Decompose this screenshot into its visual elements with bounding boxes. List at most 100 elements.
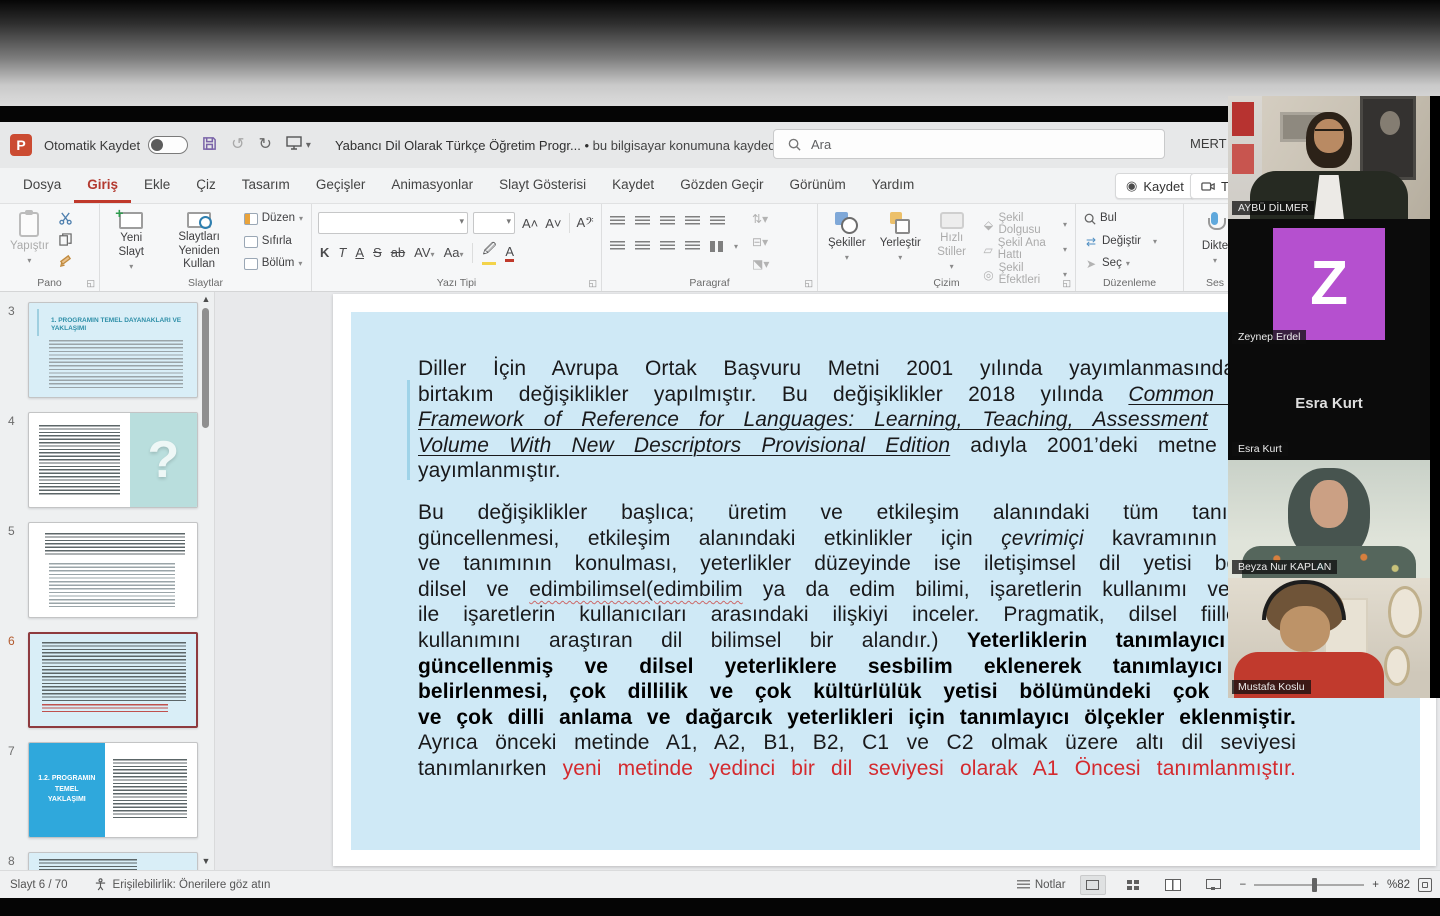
shape-fill-button[interactable]: ⬙Şekil Dolgusu▾ — [980, 212, 1069, 237]
menu-tab-çiz[interactable]: Çiz — [183, 168, 229, 203]
slide-thumbnail-6[interactable]: 6 — [28, 632, 198, 728]
copy-button[interactable] — [59, 233, 72, 250]
highlight-color-button[interactable]: 🖉 — [482, 240, 496, 265]
zoom-slider-thumb[interactable] — [1312, 878, 1317, 892]
align-text-icon[interactable]: ⊟▾ — [752, 235, 766, 249]
font-dialog-launcher-icon[interactable]: ◱ — [588, 278, 597, 289]
menu-tab-yardım[interactable]: Yardım — [859, 168, 928, 203]
fit-to-window-icon[interactable] — [1418, 878, 1432, 892]
accessibility-status[interactable]: Erişilebilirlik: Önerilere göz atın — [94, 878, 271, 891]
slide-thumbnail-3[interactable]: 31. PROGRAMIN TEMEL DAYANAKLARI VE YAKLA… — [28, 302, 198, 398]
menu-tab-dosya[interactable]: Dosya — [10, 168, 74, 203]
slide-thumbnail-5[interactable]: 5 — [28, 522, 198, 618]
shape-outline-button[interactable]: ▱Şekil Ana Hattı▾ — [980, 237, 1069, 262]
autosave-toggle[interactable] — [148, 136, 188, 154]
convert-smartart-icon[interactable]: ⬔▾ — [752, 257, 766, 271]
line-spacing-icon[interactable] — [710, 216, 725, 227]
bold-button[interactable]: K — [320, 245, 329, 260]
menu-tab-tasarım[interactable]: Tasarım — [229, 168, 303, 203]
zoom-slider[interactable] — [1254, 884, 1364, 886]
slide-thumbnail-4[interactable]: 4? — [28, 412, 198, 508]
shapes-button[interactable]: Şekiller▾ — [824, 210, 870, 273]
format-painter-button[interactable] — [59, 254, 72, 271]
slide-thumbnail-7[interactable]: 71.2. PROGRAMIN TEMEL YAKLAŞIMI — [28, 742, 198, 838]
quick-styles-button[interactable]: Hızlı Stiller▾ — [931, 210, 973, 273]
italic-button[interactable]: T — [338, 245, 346, 260]
slideshow-view-button[interactable] — [1200, 875, 1226, 895]
start-presentation-icon[interactable] — [286, 136, 302, 154]
participant-tile-beyza-nur-kaplan[interactable]: Beyza Nur KAPLAN — [1228, 460, 1430, 578]
align-right-icon[interactable] — [660, 241, 675, 252]
scroll-down-icon[interactable]: ▼ — [201, 856, 211, 866]
menu-tab-kaydet[interactable]: Kaydet — [599, 168, 667, 203]
paste-button[interactable]: Yapıştır▾ — [6, 210, 53, 273]
record-icon: ◉ — [1126, 178, 1137, 194]
menu-tab-gözden-geçir[interactable]: Gözden Geçir — [667, 168, 776, 203]
dictate-button[interactable]: Dikte▾ — [1198, 210, 1232, 273]
find-button[interactable]: Bul — [1082, 212, 1177, 226]
align-center-icon[interactable] — [635, 241, 650, 252]
menu-tab-görünüm[interactable]: Görünüm — [776, 168, 858, 203]
menu-tab-slayt-gösterisi[interactable]: Slayt Gösterisi — [486, 168, 599, 203]
select-button[interactable]: ➤Seç▾ — [1082, 257, 1177, 271]
paragraph-dialog-launcher-icon[interactable]: ◱ — [804, 278, 813, 289]
account-name[interactable]: MERT — [1190, 136, 1227, 151]
grow-font-button[interactable]: A˄ — [522, 216, 538, 231]
normal-view-icon — [1086, 880, 1099, 890]
zoom-in-button[interactable]: + — [1372, 879, 1379, 891]
cut-button[interactable] — [59, 212, 72, 229]
font-size-combo[interactable] — [473, 212, 515, 234]
menu-tab-geçişler[interactable]: Geçişler — [303, 168, 379, 203]
autosave-label: Otomatik Kaydet — [44, 138, 140, 153]
replace-button[interactable]: ⇄Değiştir▾ — [1082, 235, 1177, 249]
reuse-slides-button[interactable]: Slaytları Yeniden Kullan — [162, 210, 235, 273]
numbering-icon[interactable] — [635, 216, 650, 227]
notes-button[interactable]: Notlar — [1017, 879, 1066, 891]
participant-tile-esra-kurt[interactable]: Esra KurtEsra Kurt — [1228, 348, 1430, 460]
powerpoint-logo-icon[interactable]: P — [10, 134, 32, 156]
menu-tab-animasyonlar[interactable]: Animasyonlar — [378, 168, 486, 203]
columns-icon[interactable] — [710, 241, 724, 252]
arrange-button[interactable]: Yerleştir▾ — [876, 210, 925, 273]
increase-indent-icon[interactable] — [685, 216, 700, 227]
underline-button[interactable]: A — [355, 245, 364, 260]
new-slide-button[interactable]: Yeni Slayt▾ — [106, 210, 156, 273]
save-icon[interactable] — [202, 136, 217, 155]
scroll-up-icon[interactable]: ▲ — [201, 294, 211, 304]
reset-button[interactable]: Sıfırla — [242, 235, 305, 249]
justify-icon[interactable] — [685, 241, 700, 252]
qat-more-icon[interactable]: ▾ — [306, 140, 311, 151]
search-input[interactable]: Ara — [773, 129, 1165, 159]
reading-view-button[interactable] — [1160, 875, 1186, 895]
participant-tile-mustafa-koslu[interactable]: Mustafa Koslu — [1228, 578, 1430, 698]
menu-tab-giriş[interactable]: Giriş — [74, 168, 131, 203]
decrease-indent-icon[interactable] — [660, 216, 675, 227]
participant-tile-zeynep-erdel[interactable]: ZZeynep Erdel — [1228, 219, 1430, 348]
clear-formatting-button[interactable]: A𝄢 — [577, 215, 594, 231]
drawing-dialog-launcher-icon[interactable]: ◱ — [1062, 278, 1071, 289]
participant-tile-aybü-di̇lmer[interactable]: AYBÜ DİLMER — [1228, 96, 1430, 219]
shrink-font-button[interactable]: A˅ — [545, 216, 561, 231]
character-spacing-button[interactable]: AV▾ — [414, 245, 434, 260]
font-color-button[interactable]: A — [505, 244, 514, 262]
pano-dialog-launcher-icon[interactable]: ◱ — [86, 278, 95, 289]
scrollbar-thumb[interactable] — [202, 308, 209, 428]
layout-button[interactable]: Düzen▾ — [242, 212, 305, 226]
menu-tab-ekle[interactable]: Ekle — [131, 168, 183, 203]
text-direction-icon[interactable]: ⇅▾ — [752, 212, 766, 226]
section-button[interactable]: Bölüm▾ — [242, 257, 305, 271]
slide-sorter-view-button[interactable] — [1120, 875, 1146, 895]
redo-icon[interactable]: ↻ — [259, 137, 272, 153]
record-button[interactable]: ◉ Kaydet — [1115, 173, 1195, 199]
bullets-icon[interactable] — [610, 216, 625, 227]
undo-icon[interactable]: ↺ — [231, 137, 244, 153]
normal-view-button[interactable] — [1080, 875, 1106, 895]
strikethrough-button[interactable]: S — [373, 245, 382, 260]
font-name-combo[interactable] — [318, 212, 468, 234]
change-case-button[interactable]: Aa▾ — [444, 245, 464, 260]
zoom-out-button[interactable]: − — [1240, 879, 1247, 891]
menubar: DosyaGirişEkleÇizTasarımGeçişlerAnimasyo… — [0, 168, 1440, 204]
align-left-icon[interactable] — [610, 241, 625, 252]
thumbnail-scrollbar[interactable]: ▲ ▼ — [200, 292, 212, 870]
text-shadow-button[interactable]: ab — [391, 245, 405, 260]
